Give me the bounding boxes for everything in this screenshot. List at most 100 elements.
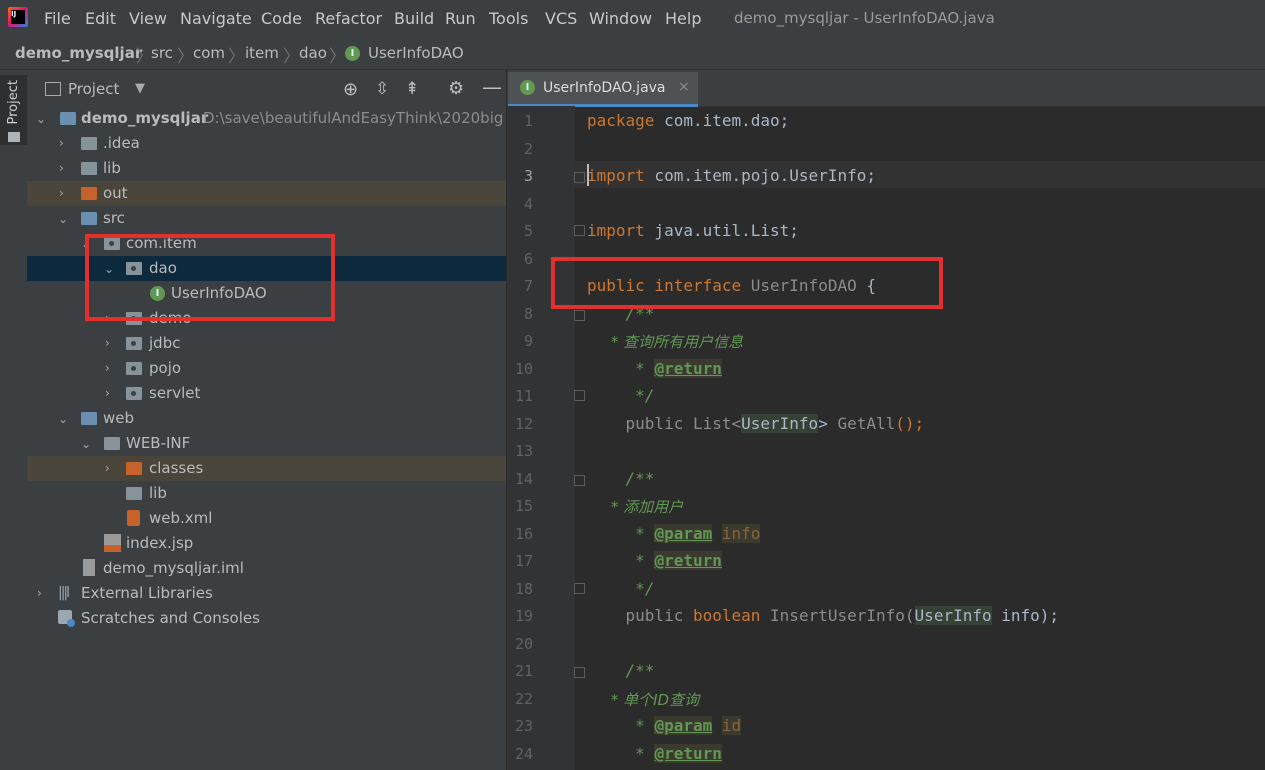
project-tool-label[interactable]: Project xyxy=(6,80,21,124)
tree-label: index.jsp xyxy=(126,534,194,552)
code-line[interactable]: /** xyxy=(587,469,655,488)
tree-row[interactable]: web.xml xyxy=(27,506,506,531)
code-line[interactable]: package com.item.dao; xyxy=(587,111,789,130)
chevron-right-icon[interactable]: › xyxy=(105,336,110,350)
fold-marker-icon[interactable] xyxy=(574,390,585,401)
code-line[interactable]: * 查询所有用户信息 xyxy=(587,331,743,352)
menu-vcs[interactable]: VCS xyxy=(545,9,577,28)
libraries-icon: |||l xyxy=(58,585,70,601)
code-line[interactable]: * @return xyxy=(587,551,722,570)
fold-marker-icon[interactable] xyxy=(574,667,585,678)
project-panel-title[interactable]: Project xyxy=(68,80,119,98)
chevron-right-icon[interactable]: › xyxy=(59,186,64,200)
code-line[interactable]: * @param id xyxy=(587,716,742,735)
code-text: (); xyxy=(895,414,925,433)
fold-marker-icon[interactable] xyxy=(574,225,585,236)
code-line[interactable]: */ xyxy=(587,579,654,598)
menu-file[interactable]: File xyxy=(44,9,71,28)
breadcrumb-userinfodao[interactable]: UserInfoDAO xyxy=(368,44,464,62)
fold-marker-icon[interactable] xyxy=(574,310,585,321)
menu-help[interactable]: Help xyxy=(665,9,701,28)
menu-window[interactable]: Window xyxy=(589,9,652,28)
chevron-down-icon[interactable]: ⌄ xyxy=(58,412,68,426)
chevron-right-icon[interactable]: › xyxy=(105,386,110,400)
code-line[interactable]: * @return xyxy=(587,744,722,763)
tree-row[interactable]: Scratches and Consoles xyxy=(27,606,506,631)
code-line[interactable]: import com.item.pojo.UserInfo; xyxy=(587,166,876,185)
tree-row[interactable]: ⌄ WEB-INF xyxy=(27,431,506,456)
package-icon xyxy=(126,387,142,400)
fold-marker-icon[interactable] xyxy=(574,172,585,183)
line-number: 24 xyxy=(514,745,533,763)
menu-run[interactable]: Run xyxy=(445,9,476,28)
breadcrumb-dao[interactable]: dao xyxy=(299,44,327,62)
code-line[interactable]: * @return xyxy=(587,359,722,378)
breadcrumb-project[interactable]: demo_mysqljar xyxy=(15,44,142,62)
interface-icon: I xyxy=(345,46,360,61)
breadcrumb-separator: 〉 xyxy=(228,47,245,67)
code-text: public List< xyxy=(587,414,742,433)
breadcrumb-item[interactable]: item xyxy=(245,44,279,62)
expand-all-icon[interactable]: ⇳ xyxy=(375,79,389,99)
tree-row[interactable]: lib xyxy=(27,481,506,506)
line-number: 23 xyxy=(514,717,533,735)
chevron-right-icon[interactable]: › xyxy=(37,586,42,600)
chevron-down-icon[interactable]: ⌄ xyxy=(81,437,91,451)
tree-row-root[interactable]: ⌄ demo_mysqljar D:\save\beautifulAndEasy… xyxy=(27,106,506,131)
tree-row[interactable]: ⌄ src xyxy=(27,206,506,231)
chevron-down-icon[interactable]: ▼ xyxy=(135,81,145,96)
locate-icon[interactable]: ⊕ xyxy=(343,79,358,100)
tree-row[interactable]: › servlet xyxy=(27,381,506,406)
fold-marker-icon[interactable] xyxy=(574,583,585,594)
code-line[interactable]: public boolean InsertUserInfo(UserInfo i… xyxy=(587,606,1059,625)
tree-row[interactable]: demo_mysqljar.iml xyxy=(27,556,506,581)
menu-tools[interactable]: Tools xyxy=(489,9,528,28)
fold-marker-icon[interactable] xyxy=(574,475,585,486)
code-line[interactable]: * @param info xyxy=(587,524,761,543)
tree-row[interactable]: › pojo xyxy=(27,356,506,381)
code-line[interactable]: */ xyxy=(587,386,654,405)
menu-build[interactable]: Build xyxy=(394,9,434,28)
tree-row[interactable]: › out xyxy=(27,181,506,206)
code-line[interactable]: import java.util.List; xyxy=(587,221,799,240)
type-name: UserInfo xyxy=(914,606,992,625)
collapse-all-icon[interactable]: ⇞ xyxy=(405,79,419,99)
close-icon[interactable]: × xyxy=(678,79,690,95)
tree-row[interactable]: ⌄ web xyxy=(27,406,506,431)
tab-userinfodao[interactable]: I UserInfoDAO.java × xyxy=(508,72,698,107)
code-line[interactable]: * 单个ID查询 xyxy=(587,689,699,710)
menu-navigate[interactable]: Navigate xyxy=(180,9,252,28)
menu-bar: IJ File Edit View Navigate Code Refactor… xyxy=(0,0,1265,37)
tree-row[interactable]: › |||l External Libraries xyxy=(27,581,506,606)
line-number: 9 xyxy=(523,332,533,350)
tree-row[interactable]: › .idea xyxy=(27,131,506,156)
tree-row[interactable]: index.jsp xyxy=(27,531,506,556)
chevron-right-icon[interactable]: › xyxy=(105,361,110,375)
menu-edit[interactable]: Edit xyxy=(85,9,116,28)
menu-view[interactable]: View xyxy=(129,9,167,28)
chevron-right-icon[interactable]: › xyxy=(59,161,64,175)
code-line[interactable]: * 添加用户 xyxy=(587,496,683,517)
chevron-right-icon[interactable]: › xyxy=(59,136,64,150)
chevron-down-icon[interactable]: ⌄ xyxy=(58,212,68,226)
menu-refactor[interactable]: Refactor xyxy=(315,9,382,28)
chevron-down-icon[interactable]: ⌄ xyxy=(36,112,46,126)
tree-row[interactable]: › lib xyxy=(27,156,506,181)
code-line[interactable]: /** xyxy=(587,661,655,680)
tree-label: web.xml xyxy=(149,509,213,527)
tree-row[interactable]: › classes xyxy=(27,456,506,481)
interface-icon: I xyxy=(520,80,535,95)
menu-code[interactable]: Code xyxy=(261,9,302,28)
line-number: 10 xyxy=(514,360,533,378)
javadoc-tag: @return xyxy=(654,551,722,570)
hide-icon[interactable]: — xyxy=(482,75,502,99)
folder-icon xyxy=(126,487,142,500)
breadcrumb-src[interactable]: src xyxy=(151,44,173,62)
web-folder-icon xyxy=(81,412,97,425)
gear-icon[interactable]: ⚙ xyxy=(448,78,464,99)
chevron-right-icon[interactable]: › xyxy=(105,461,110,475)
breadcrumb-com[interactable]: com xyxy=(193,44,225,62)
code-text: ( xyxy=(904,606,915,625)
code-line[interactable]: public List<UserInfo> GetAll(); xyxy=(587,414,924,433)
tree-row[interactable]: › jdbc xyxy=(27,331,506,356)
